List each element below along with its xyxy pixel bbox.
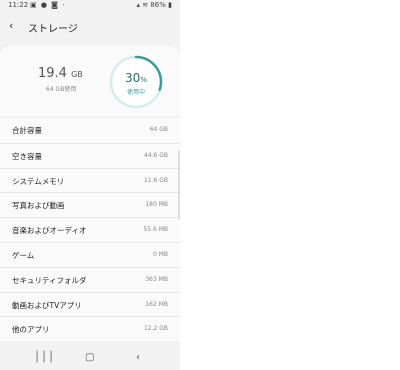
status-bar: 11:22 ▣ ● ◙ · ▴ ≋ 86% ▮ [0,0,180,12]
nav-bar: │││ ▢ ‹ [0,348,180,370]
row-label: ゲーム [12,250,35,260]
row-label: システムメモリ [12,176,65,186]
row-value: 162 MB [145,300,168,308]
row-label: 音楽およびオーディオ [12,226,87,236]
scrollbar[interactable] [178,150,180,220]
storage-row-secure-folder[interactable]: セキュリティフォルダ 363 MB [0,266,180,292]
row-label: 他のアプリ [12,325,50,335]
battery-percent: 86% [150,1,166,9]
app-header: ‹ ストレージ [0,14,180,40]
used-value-unit: GB [71,70,83,79]
row-label: 空き容量 [12,151,42,161]
storage-row-total[interactable]: 合計容量 64 GB [0,118,180,143]
used-value-number: 19.4 [38,66,67,81]
usage-label: 使用中 [126,89,145,96]
storage-row-photos[interactable]: 写真および動画 180 MB [0,192,180,217]
storage-row-free[interactable]: 空き容量 44.6 GB [0,142,180,168]
row-label: 合計容量 [12,126,42,135]
battery-icon: ▮ [168,1,172,9]
used-storage: 19.4 GB [38,66,83,81]
row-label: 写真および動画 [12,201,65,211]
usage-percent-sign: % [140,76,147,84]
row-value: 64 GB [149,126,168,133]
status-time: 11:22 [8,1,29,9]
row-value: 12.2 GB [143,325,168,333]
back-arrow-icon[interactable]: ‹ [9,19,19,33]
usage-percent-number: 30 [125,71,141,85]
storage-row-audio[interactable]: 音楽およびオーディオ 55.6 MB [0,217,180,242]
usage-percent: 30% [108,71,164,85]
notification-icons: ▣ ● ◙ · [30,1,66,9]
row-value: 363 MB [145,275,168,283]
storage-summary-card: 19.4 GB 64 GB使用 30% 使用中 [0,46,180,116]
recent-apps-icon[interactable]: │││ [34,352,55,363]
storage-row-system[interactable]: システムメモリ 11.6 GB [0,167,180,193]
page-title: ストレージ [28,24,78,35]
row-label: セキュリティフォルダ [12,275,87,285]
storage-row-games[interactable]: ゲーム 0 MB [0,241,180,267]
storage-list: 合計容量 64 GB 空き容量 44.6 GB システムメモリ 11.6 GB … [0,118,180,342]
row-value: 0 MB [152,250,168,258]
total-capacity-label: 64 GB使用 [46,86,77,93]
row-label: 動画およびTVアプリ [12,300,82,310]
storage-row-video-apps[interactable]: 動画およびTVアプリ 162 MB [0,291,180,317]
home-icon[interactable]: ▢ [85,352,94,363]
row-value: 180 MB [145,201,168,209]
usage-ring: 30% 使用中 [108,54,164,110]
storage-row-other-apps[interactable]: 他のアプリ 12.2 GB [0,316,180,341]
phone-screen: 11:22 ▣ ● ◙ · ▴ ≋ 86% ▮ ‹ ストレージ 19.4 GB … [0,0,180,370]
status-right: ▴ ≋ 86% ▮ [136,1,172,9]
back-icon[interactable]: ‹ [136,352,140,363]
row-value: 44.6 GB [143,151,168,159]
wifi-icon: ≋ [142,1,149,9]
row-value: 55.6 MB [143,226,168,234]
row-value: 11.6 GB [143,176,168,184]
signal-icon: ▴ [136,1,140,9]
